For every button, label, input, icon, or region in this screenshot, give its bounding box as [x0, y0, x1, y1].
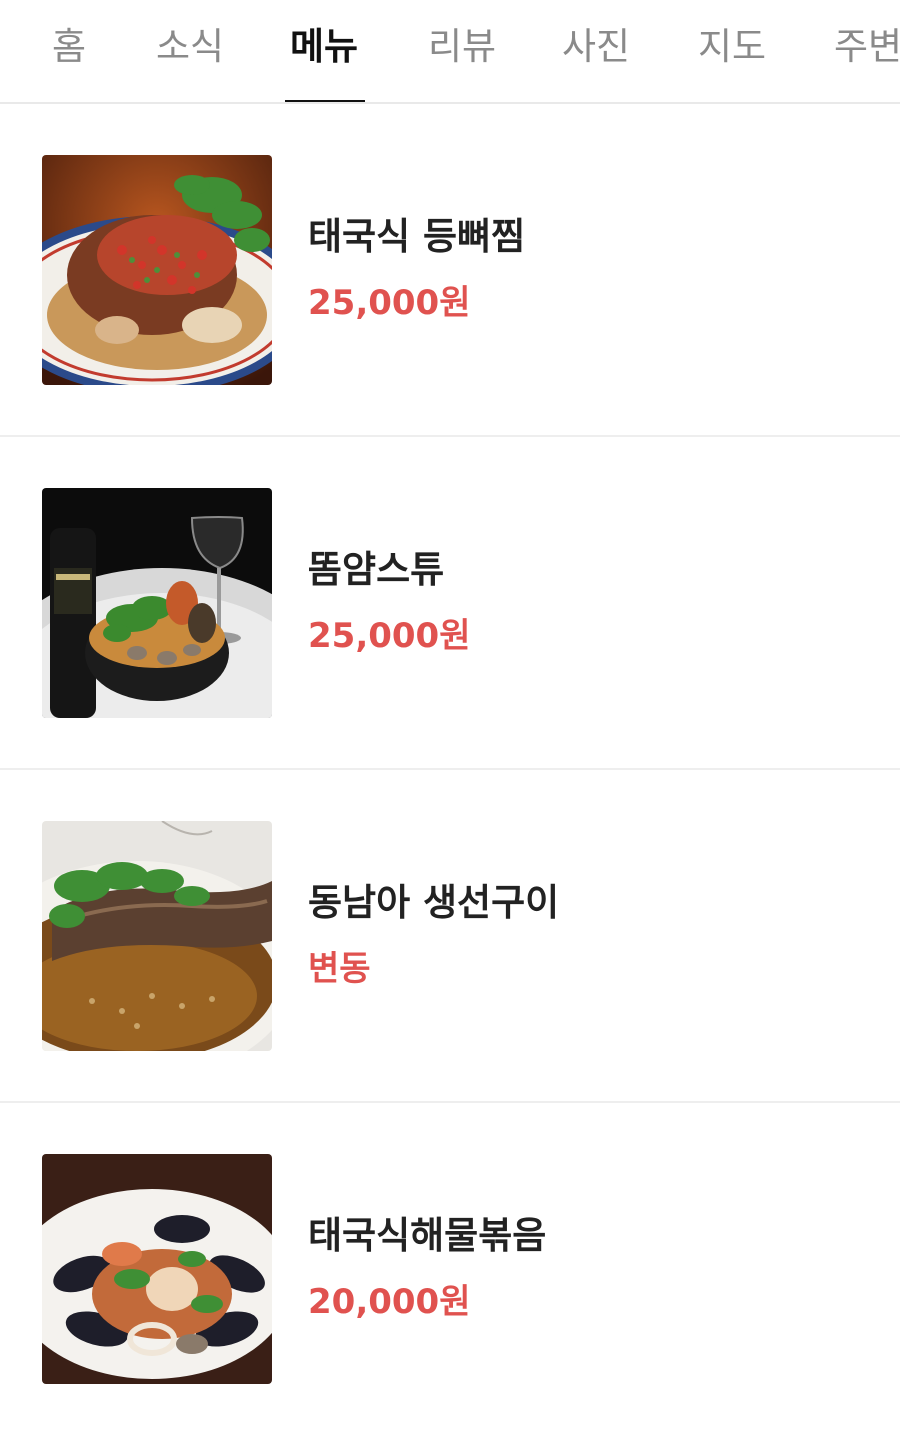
menu-item[interactable]: 똠얌스튜 25,000원 — [0, 437, 900, 770]
menu-item-photo — [42, 155, 272, 385]
menu-item-name: 태국식 등뼈찜 — [308, 215, 526, 258]
menu-item-photo — [42, 1154, 272, 1384]
tab-bar: 홈 소식 메뉴 리뷰 사진 지도 주변 — [0, 0, 900, 104]
menu-item[interactable]: 태국식 등뼈찜 25,000원 — [0, 104, 900, 437]
menu-item[interactable]: 태국식해물볶음 20,000원 — [0, 1103, 900, 1436]
tab-news[interactable]: 소식 — [156, 22, 224, 72]
tab-menu[interactable]: 메뉴 — [290, 22, 358, 72]
menu-item[interactable]: 동남아 생선구이 변동 — [0, 770, 900, 1103]
tab-home[interactable]: 홈 — [52, 22, 86, 72]
menu-item-photo — [42, 821, 272, 1051]
menu-item-price: 25,000원 — [308, 283, 471, 323]
tab-reviews[interactable]: 리뷰 — [428, 22, 496, 72]
menu-item-photo — [42, 488, 272, 718]
menu-item-name: 태국식해물볶음 — [308, 1214, 547, 1257]
menu-item-price: 20,000원 — [308, 1282, 471, 1322]
menu-item-price: 25,000원 — [308, 616, 471, 656]
tab-photos[interactable]: 사진 — [562, 22, 630, 72]
tab-nearby[interactable]: 주변 — [834, 22, 900, 72]
menu-item-name: 똠얌스튜 — [308, 548, 445, 591]
tab-map[interactable]: 지도 — [698, 22, 766, 72]
menu-item-price: 변동 — [308, 949, 371, 989]
menu-item-name: 동남아 생선구이 — [308, 881, 560, 924]
menu-list: 태국식 등뼈찜 25,000원 똠얌스튜 25,000원 동남아 생선구이 변동… — [0, 104, 900, 1436]
